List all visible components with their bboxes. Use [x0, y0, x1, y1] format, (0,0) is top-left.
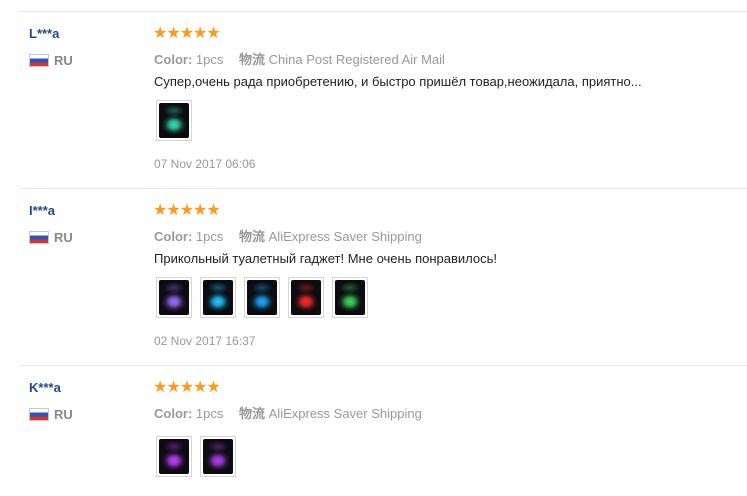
order-info: Color: 1pcs 物流 China Post Registered Air… — [154, 49, 445, 68]
reviewer-name[interactable]: L***a — [29, 26, 59, 41]
order-info: Color: 1pcs 物流 AliExpress Saver Shipping — [154, 226, 422, 245]
review-item: K***a RU ★★★★★ Color: 1pcs 物流 AliExpress… — [0, 366, 747, 496]
order-info: Color: 1pcs 物流 AliExpress Saver Shipping — [154, 403, 422, 422]
color-value: 1pcs — [195, 229, 224, 244]
shipping-method: AliExpress Saver Shipping — [268, 229, 422, 244]
photo-cyan-glow[interactable] — [200, 277, 236, 318]
review-date: 02 Nov 2017 16:37 — [154, 334, 256, 348]
reviewer-country: RU — [29, 230, 73, 245]
shipping-method: AliExpress Saver Shipping — [268, 406, 422, 421]
shipping-label: 物流 — [239, 52, 266, 67]
russia-flag-icon — [29, 231, 49, 244]
reviewer-country: RU — [29, 53, 73, 68]
photo-green-glow[interactable] — [332, 277, 368, 318]
color-value: 1pcs — [195, 406, 224, 421]
shipping-method: China Post Registered Air Mail — [268, 52, 445, 67]
color-label: Color: — [154, 406, 193, 421]
photo-teal-glow[interactable] — [156, 100, 192, 141]
country-code: RU — [54, 407, 73, 422]
photo-magenta-glow[interactable] — [200, 436, 236, 477]
reviewer-name[interactable]: K***a — [29, 380, 61, 395]
shipping-label: 物流 — [239, 229, 266, 244]
star-rating: ★★★★★ — [153, 202, 221, 219]
reviewer-name[interactable]: I***a — [29, 203, 55, 218]
review-text: Супер,очень рада приобретению, и быстро … — [154, 74, 642, 89]
color-label: Color: — [154, 229, 193, 244]
review-item: I***a RU ★★★★★ Color: 1pcs 物流 AliExpress… — [0, 189, 747, 366]
photo-purple-glow[interactable] — [156, 436, 192, 477]
photo-red-glow[interactable] — [288, 277, 324, 318]
review-photos — [156, 436, 236, 477]
russia-flag-icon — [29, 54, 49, 67]
country-code: RU — [54, 53, 73, 68]
review-date: 07 Nov 2017 06:06 — [154, 157, 256, 171]
country-code: RU — [54, 230, 73, 245]
russia-flag-icon — [29, 408, 49, 421]
star-rating: ★★★★★ — [153, 379, 221, 396]
star-rating: ★★★★★ — [153, 25, 221, 42]
shipping-label: 物流 — [239, 406, 266, 421]
reviewer-country: RU — [29, 407, 73, 422]
review-photos — [156, 277, 368, 318]
review-text: Прикольный туалетный гаджет! Мне очень п… — [154, 251, 498, 266]
color-value: 1pcs — [195, 52, 224, 67]
photo-blue-glow[interactable] — [244, 277, 280, 318]
review-item: L***a RU ★★★★★ Color: 1pcs 物流 China Post… — [0, 12, 747, 189]
color-label: Color: — [154, 52, 193, 67]
photo-violet-glow[interactable] — [156, 277, 192, 318]
review-photos — [156, 100, 192, 141]
